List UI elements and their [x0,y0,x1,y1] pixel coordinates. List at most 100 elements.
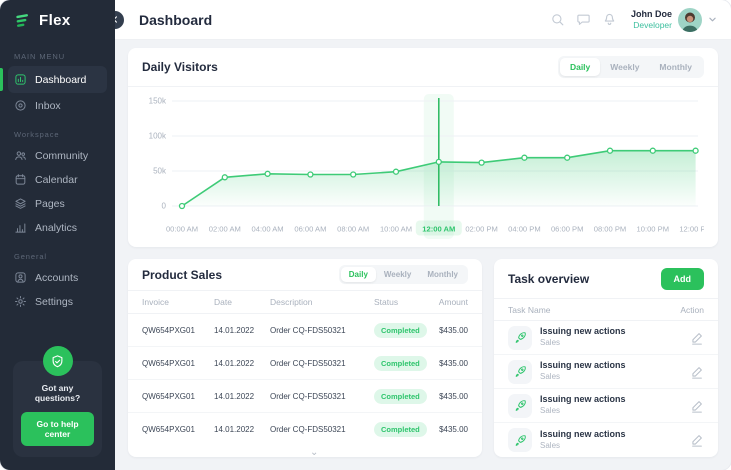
rocket-icon [508,394,532,418]
daily-visitors-chart: 050k100k150k00:00 AM02:00 AM04:00 AM06:0… [128,87,718,248]
table-row[interactable]: QW654PXG01 14.01.2022 Order CQ-FDS50321 … [128,413,482,446]
svg-text:08:00 PM: 08:00 PM [594,225,627,234]
rocket-icon [508,326,532,350]
task-subtitle: Sales [540,441,626,451]
tab-monthly[interactable]: Monthly [419,267,466,282]
edit-icon[interactable] [690,433,704,447]
sidebar-item-settings[interactable]: Settings [8,290,107,313]
cell-invoice: QW654PXG01 [142,425,214,434]
bell-icon[interactable] [602,12,617,27]
sidebar-section: MAIN MENU Dashboard Inbox [0,52,115,117]
svg-text:06:00 AM: 06:00 AM [294,225,326,234]
task-list-header: Task Name Action [494,299,718,321]
cell-status: Completed [374,356,430,371]
tab-weekly[interactable]: Weekly [376,267,419,282]
app-window: Flex MAIN MENU Dashboard Inbox Workspace C… [0,0,731,470]
card-title-daily-visitors: Daily Visitors [142,60,218,74]
task-subtitle: Sales [540,338,626,348]
help-center-button[interactable]: Go to help center [21,412,94,446]
user-role: Developer [631,20,672,31]
tab-daily[interactable]: Daily [341,267,376,282]
edit-icon[interactable] [690,331,704,345]
sidebar: Flex MAIN MENU Dashboard Inbox Workspace C… [0,0,115,470]
cell-description: Order CQ-FDS50321 [270,392,374,401]
svg-text:02:00 AM: 02:00 AM [209,225,241,234]
svg-text:04:00 AM: 04:00 AM [252,225,284,234]
flex-logo-icon [13,11,32,30]
add-task-button[interactable]: Add [661,268,705,290]
table-row[interactable]: QW654PXG01 14.01.2022 Order CQ-FDS50321 … [128,314,482,347]
task-row: Issuing new actions Sales [494,423,718,457]
chevron-down-icon [708,15,717,24]
sidebar-item-pages[interactable]: Pages [8,192,107,215]
search-icon[interactable] [550,12,565,27]
sidebar-section-label: MAIN MENU [14,52,101,61]
status-badge: Completed [374,356,427,371]
cell-invoice: QW654PXG01 [142,326,214,335]
table-row[interactable]: QW654PXG01 14.01.2022 Order CQ-FDS50321 … [128,380,482,413]
chat-icon[interactable] [576,12,591,27]
rocket-icon [508,428,532,452]
rocket-icon [508,360,532,384]
task-subtitle: Sales [540,372,626,382]
logo[interactable]: Flex [0,0,115,39]
tab-daily[interactable]: Daily [560,58,600,76]
status-badge: Completed [374,389,427,404]
column-header-amount: Amount [430,297,468,307]
dashboard-icon [14,73,27,86]
svg-text:50k: 50k [153,167,167,176]
inbox-icon [14,99,27,112]
sidebar-item-calendar[interactable]: Calendar [8,168,107,191]
task-row: Issuing new actions Sales [494,389,718,423]
tab-weekly[interactable]: Weekly [600,58,649,76]
status-badge: Completed [374,323,427,338]
column-header-date: Date [214,297,270,307]
sidebar-item-accounts[interactable]: Accounts [8,266,107,289]
card-title-product-sales: Product Sales [142,268,222,282]
status-badge: Completed [374,422,427,437]
pages-icon [14,197,27,210]
sidebar-section-label: General [14,252,101,261]
cell-date: 14.01.2022 [214,425,270,434]
table-row[interactable]: QW654PXG01 14.01.2022 Order CQ-FDS50321 … [128,347,482,380]
task-text: Issuing new actions Sales [540,429,626,451]
product-sales-tabs: DailyWeeklyMonthly [339,265,468,284]
card-title-task-overview: Task overview [508,272,589,286]
sidebar-item-label: Pages [35,198,65,210]
user-menu[interactable]: John Doe Developer [631,8,717,32]
chevron-down-icon: ⌄ [310,448,318,457]
edit-icon[interactable] [690,399,704,413]
svg-text:0: 0 [162,202,167,211]
sidebar-item-dashboard[interactable]: Dashboard [8,66,107,93]
task-text: Issuing new actions Sales [540,394,626,416]
cell-amount: $435.00 [430,425,468,434]
cell-description: Order CQ-FDS50321 [270,326,374,335]
user-name: John Doe [631,9,672,20]
task-title: Issuing new actions [540,429,626,441]
sidebar-item-inbox[interactable]: Inbox [8,94,107,117]
task-subtitle: Sales [540,406,626,416]
task-text: Issuing new actions Sales [540,326,626,348]
avatar [678,8,702,32]
cell-status: Completed [374,323,430,338]
sidebar-item-label: Accounts [35,272,78,284]
sidebar-item-label: Community [35,150,88,162]
top-header: Dashboard John Doe Developer [115,0,731,40]
svg-text:04:00 PM: 04:00 PM [508,225,541,234]
sidebar-item-analytics[interactable]: Analytics [8,216,107,239]
sidebar-section: General Accounts Settings [0,252,115,313]
sidebar-item-label: Dashboard [35,74,86,86]
cell-date: 14.01.2022 [214,359,270,368]
settings-icon [14,295,27,308]
svg-text:150k: 150k [149,97,167,106]
task-title: Issuing new actions [540,394,626,406]
cell-status: Completed [374,422,430,437]
help-question: Got any questions? [21,383,94,403]
sidebar-section-label: Workspace [14,130,101,139]
sidebar-item-community[interactable]: Community [8,144,107,167]
daily-visitors-card: Daily Visitors DailyWeeklyMonthly 050k10… [128,48,718,247]
edit-icon[interactable] [690,365,704,379]
cell-invoice: QW654PXG01 [142,359,214,368]
tab-monthly[interactable]: Monthly [649,58,702,76]
sidebar-item-label: Analytics [35,222,77,234]
